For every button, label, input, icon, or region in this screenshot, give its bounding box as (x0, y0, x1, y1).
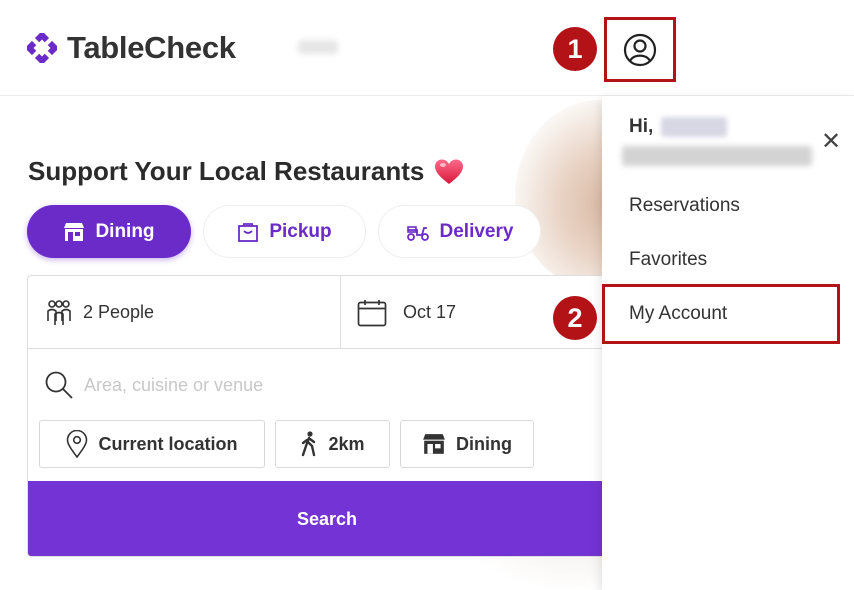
calendar-icon (357, 299, 387, 326)
menu-item-reservations[interactable]: Reservations (629, 195, 740, 217)
profile-button[interactable] (604, 17, 676, 82)
heart-icon (435, 159, 464, 184)
people-group-icon (47, 299, 71, 325)
search-button[interactable]: Search (28, 481, 654, 556)
storefront-icon (64, 222, 85, 241)
tablecheck-logo[interactable]: TableCheck (27, 30, 236, 66)
party-size-selector[interactable]: 2 People (28, 276, 341, 349)
tab-dining[interactable]: Dining (27, 205, 191, 258)
tab-pickup[interactable]: Pickup (203, 205, 366, 258)
greeting-text: Hi, (629, 116, 654, 137)
blurred-email (622, 146, 812, 166)
scooter-icon (406, 225, 429, 241)
menu-item-favorites[interactable]: Favorites (629, 249, 707, 271)
takeout-bag-icon (238, 222, 259, 242)
storefront-icon (423, 434, 445, 454)
search-icon (45, 371, 73, 399)
top-header: TableCheck (0, 0, 854, 96)
step-2-badge: 2 (553, 296, 597, 340)
user-dropdown-menu: Hi, ✕ Reservations Favorites My Account (602, 96, 854, 590)
current-location-label: Current location (98, 433, 238, 454)
headline-text: Support Your Local Restaurants (28, 156, 425, 186)
search-row (28, 350, 654, 420)
tab-dining-label: Dining (95, 220, 155, 242)
page-title: Support Your Local Restaurants (28, 156, 464, 187)
tab-delivery[interactable]: Delivery (378, 205, 541, 258)
walking-icon (302, 431, 316, 457)
user-circle-icon (623, 33, 657, 66)
dining-type-chip[interactable]: Dining (400, 420, 534, 468)
menu-item-my-account[interactable]: My Account (602, 284, 840, 344)
tablecheck-logo-icon (27, 33, 57, 63)
location-pin-icon (67, 430, 88, 458)
tab-pickup-label: Pickup (269, 220, 332, 242)
tab-delivery-label: Delivery (439, 220, 514, 242)
search-input[interactable] (84, 374, 584, 396)
blurred-header-item (298, 40, 338, 54)
date-value: Oct 17 (403, 302, 457, 322)
distance-label: 2km (328, 433, 365, 454)
dining-type-label: Dining (456, 433, 512, 454)
logo-text: TableCheck (67, 30, 236, 65)
blurred-username (661, 117, 728, 137)
party-size-value: 2 People (83, 302, 155, 322)
step-1-badge: 1 (553, 27, 597, 71)
distance-chip[interactable]: 2km (275, 420, 390, 468)
close-icon[interactable]: ✕ (821, 130, 841, 154)
current-location-chip[interactable]: Current location (39, 420, 265, 468)
user-greeting: Hi, (629, 116, 728, 138)
